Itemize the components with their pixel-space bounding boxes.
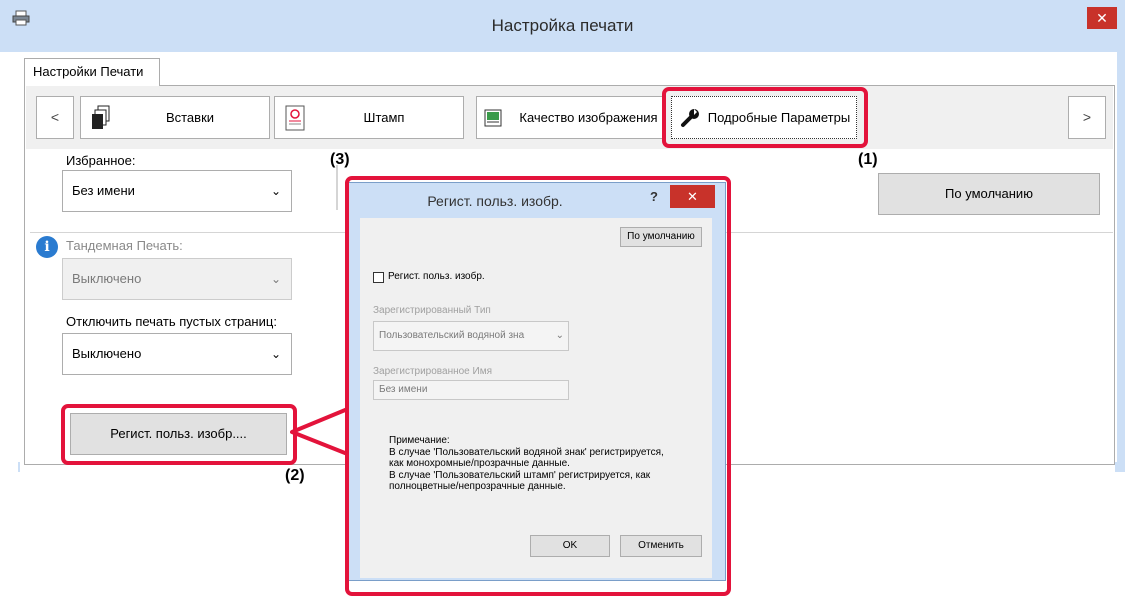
- callout-1: (1): [858, 151, 878, 168]
- toolbar-button-label: Вставки: [165, 110, 215, 125]
- favorites-value: Без имени: [72, 183, 135, 198]
- separator: [30, 232, 346, 233]
- toolbar-button-label: Качество изображения: [519, 110, 658, 125]
- favorites-label: Избранное:: [66, 153, 136, 168]
- scroll-right-button[interactable]: >: [1068, 96, 1106, 139]
- blank-pages-label: Отключить печать пустых страниц:: [66, 314, 277, 329]
- toolbar-button-image-quality[interactable]: Качество изображения: [476, 96, 666, 139]
- chevron-down-icon: ⌄: [270, 347, 281, 361]
- scroll-left-button[interactable]: <: [36, 96, 74, 139]
- highlight-advanced: [662, 87, 868, 148]
- favorites-select[interactable]: Без имени ⌄: [62, 170, 292, 212]
- default-button[interactable]: По умолчанию: [878, 173, 1100, 215]
- close-button[interactable]: ✕: [1087, 7, 1117, 29]
- tandem-value: Выключено: [72, 271, 142, 286]
- tab-print-settings[interactable]: Настройки Печати: [24, 58, 160, 86]
- callout-3: (3): [330, 151, 350, 168]
- tandem-label: Тандемная Печать:: [66, 238, 183, 253]
- blank-pages-value: Выключено: [72, 346, 142, 361]
- highlight-dialog: [345, 176, 731, 596]
- toolbar-button-label: Штамп: [363, 110, 405, 125]
- chevron-down-icon: ⌄: [270, 272, 281, 286]
- info-icon: i: [36, 236, 58, 258]
- chevron-down-icon: ⌄: [270, 184, 281, 198]
- blank-pages-select[interactable]: Выключено ⌄: [62, 333, 292, 375]
- pages-icon: [91, 105, 111, 131]
- image-quality-icon: [484, 108, 502, 128]
- callout-2: (2): [285, 467, 305, 484]
- divider: [336, 165, 338, 210]
- window-title: Настройка печати: [491, 16, 634, 35]
- tandem-select: Выключено ⌄: [62, 258, 292, 300]
- stamp-icon: [285, 105, 305, 131]
- separator: [726, 232, 1113, 233]
- toolbar-button-inserts[interactable]: Вставки: [80, 96, 270, 139]
- highlight-register: [61, 404, 297, 465]
- toolbar-button-stamp[interactable]: Штамп: [274, 96, 464, 139]
